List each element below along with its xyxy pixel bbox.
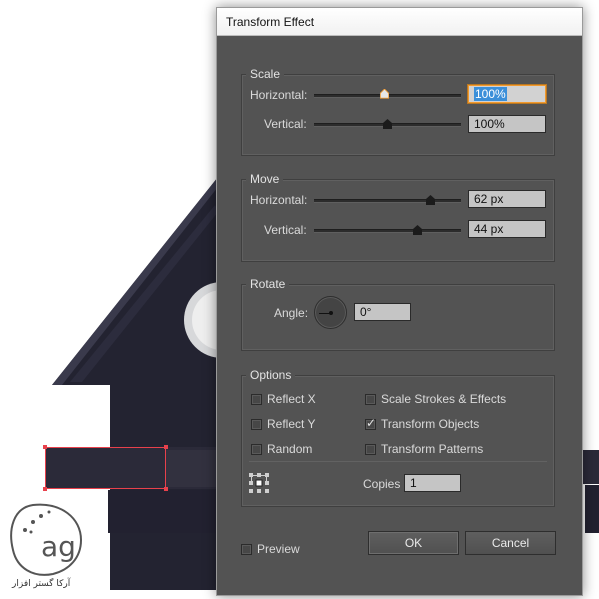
scale-horizontal-input[interactable]: 100% bbox=[468, 85, 546, 103]
move-horizontal-label: Horizontal: bbox=[250, 193, 308, 207]
slider-thumb-icon[interactable] bbox=[413, 225, 422, 235]
ok-button[interactable]: OK bbox=[368, 531, 459, 555]
reflect-y-checkbox[interactable] bbox=[251, 419, 262, 430]
reflect-x-label[interactable]: Reflect X bbox=[267, 392, 316, 406]
copies-label: Copies bbox=[363, 477, 401, 491]
scale-group-title: Scale bbox=[246, 67, 285, 81]
preview-checkbox[interactable] bbox=[241, 544, 252, 555]
scale-horizontal-value: 100% bbox=[474, 87, 507, 101]
slider-thumb-icon[interactable] bbox=[380, 89, 389, 99]
transform-objects-label[interactable]: Transform Objects bbox=[381, 417, 479, 431]
slider-thumb-icon[interactable] bbox=[383, 119, 392, 129]
logo-icon: ag bbox=[10, 503, 83, 576]
reflect-x-checkbox[interactable] bbox=[251, 394, 262, 405]
transform-objects-checkbox[interactable]: ✓ bbox=[365, 416, 377, 430]
scale-horizontal-label: Horizontal: bbox=[250, 88, 308, 102]
scale-strokes-checkbox[interactable] bbox=[365, 394, 376, 405]
reflect-y-label[interactable]: Reflect Y bbox=[267, 417, 315, 431]
scale-strokes-label[interactable]: Scale Strokes & Effects bbox=[381, 392, 506, 406]
scale-vertical-input[interactable]: 100% bbox=[468, 115, 546, 133]
move-horizontal-input[interactable]: 62 px bbox=[468, 190, 546, 208]
move-horizontal-slider[interactable] bbox=[314, 195, 461, 205]
cancel-button[interactable]: Cancel bbox=[465, 531, 556, 555]
options-group-title: Options bbox=[246, 368, 296, 382]
selection-handle[interactable] bbox=[164, 487, 168, 491]
selection-handle[interactable] bbox=[43, 445, 47, 449]
transform-patterns-checkbox[interactable] bbox=[365, 444, 376, 455]
angle-dial-center bbox=[329, 311, 333, 315]
scale-horizontal-slider[interactable] bbox=[314, 89, 461, 99]
selection-box[interactable] bbox=[43, 445, 168, 491]
random-checkbox[interactable] bbox=[251, 444, 262, 455]
preview-label[interactable]: Preview bbox=[257, 542, 300, 556]
transform-patterns-label[interactable]: Transform Patterns bbox=[381, 442, 483, 456]
slider-thumb-icon[interactable] bbox=[426, 195, 435, 205]
transform-effect-dialog: Transform Effect Scale Horizontal: 100% … bbox=[216, 7, 583, 596]
scale-vertical-label: Vertical: bbox=[264, 117, 307, 131]
dialog-titlebar[interactable]: Transform Effect bbox=[217, 8, 582, 36]
options-divider bbox=[249, 461, 547, 462]
copies-input[interactable]: 1 bbox=[404, 474, 461, 492]
scale-vertical-slider[interactable] bbox=[314, 119, 461, 129]
move-vertical-input[interactable]: 44 px bbox=[468, 220, 546, 238]
selection-handle[interactable] bbox=[43, 487, 47, 491]
move-vertical-slider[interactable] bbox=[314, 225, 461, 235]
rotate-angle-label: Angle: bbox=[274, 306, 309, 320]
logo: ag آرکا گستر افزار bbox=[3, 500, 91, 596]
selection-handle[interactable] bbox=[164, 445, 168, 449]
move-vertical-label: Vertical: bbox=[264, 223, 307, 237]
rotate-group-title: Rotate bbox=[246, 277, 290, 291]
checkmark-icon: ✓ bbox=[366, 416, 377, 430]
dialog-body: Scale Horizontal: 100% Vertical: 100% Mo… bbox=[217, 36, 582, 595]
svg-text:ag: ag bbox=[41, 530, 76, 563]
reference-point-icon[interactable] bbox=[249, 473, 269, 493]
random-label[interactable]: Random bbox=[267, 442, 312, 456]
rotate-angle-input[interactable]: 0° bbox=[354, 303, 411, 321]
angle-dial[interactable] bbox=[314, 296, 347, 329]
logo-text: آرکا گستر افزار bbox=[12, 579, 71, 589]
dialog-title: Transform Effect bbox=[226, 15, 315, 29]
move-group-title: Move bbox=[246, 172, 284, 186]
